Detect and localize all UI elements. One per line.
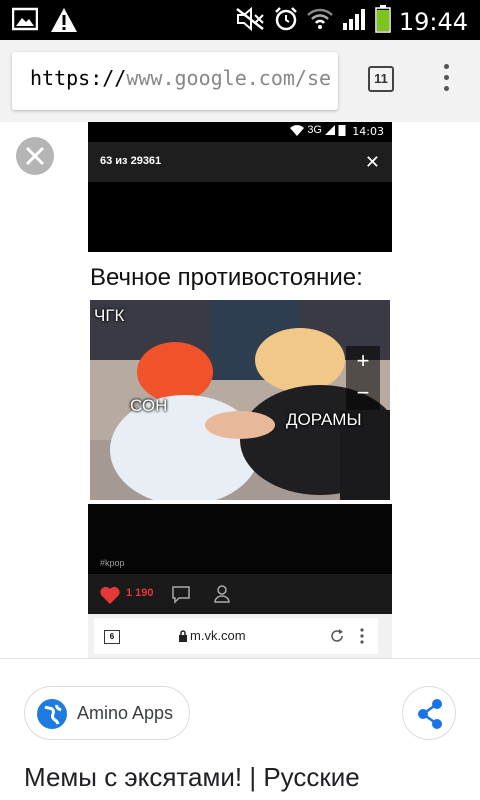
post-footer: #kpop 1 190	[88, 504, 392, 614]
url-text[interactable]: https://www.google.com/se	[30, 66, 331, 90]
battery-icon	[375, 5, 391, 38]
inner-status-bar: 3G 14:03	[88, 122, 392, 142]
url-bar[interactable]: https://www.google.com/se	[12, 52, 338, 110]
inner-browser-bar: 6 m.vk.com	[88, 614, 392, 658]
status-bar: 19:44	[0, 0, 480, 40]
source-chip[interactable]: Amino Apps	[24, 686, 190, 740]
image-notification-icon	[11, 7, 39, 38]
inner-battery-icon	[338, 125, 346, 136]
post-actions: 1 190	[88, 574, 392, 614]
inner-network-type: 3G	[307, 124, 322, 136]
hashtag: #kpop	[100, 558, 125, 568]
globe-icon	[37, 699, 67, 729]
zoom-in-button[interactable]: +	[346, 346, 380, 378]
comment-icon[interactable]	[172, 586, 190, 604]
viewer-close-icon: ✕	[364, 152, 380, 172]
tab-switcher-button[interactable]: 11	[368, 66, 394, 92]
share-icon	[418, 699, 442, 729]
label-left: СОН	[130, 396, 168, 415]
preview-image[interactable]: 3G 14:03 63 из 29361 ✕ Вечное противосто…	[88, 122, 392, 658]
source-name: Amino Apps	[77, 703, 174, 723]
inner-menu-icon	[360, 628, 364, 644]
label-top-left: ЧГК	[94, 306, 125, 325]
close-preview-button[interactable]	[16, 137, 54, 175]
zoom-out-button[interactable]: −	[346, 378, 380, 410]
inner-url-text: m.vk.com	[190, 628, 246, 643]
alarm-icon	[273, 6, 299, 37]
url-scheme: https://	[30, 66, 127, 90]
like-count: 1 190	[126, 587, 154, 599]
viewer-header: 63 из 29361 ✕	[88, 142, 392, 182]
mute-icon	[235, 6, 265, 36]
heart-icon[interactable]	[100, 586, 120, 604]
zoom-controls: + −	[346, 346, 380, 410]
inner-clock: 14:03	[352, 125, 384, 138]
clock: 19:44	[398, 7, 468, 36]
wifi-icon	[306, 7, 333, 36]
inner-wifi-icon	[290, 124, 305, 136]
signal-icon	[341, 7, 367, 36]
share-button[interactable]	[402, 686, 456, 740]
meme-photo: ЧГК СОН ДОРАМЫ + −	[90, 300, 390, 500]
meme-caption: Вечное противостояние:	[90, 264, 363, 291]
lock-icon	[179, 630, 187, 642]
warning-icon	[50, 7, 78, 38]
url-host: www.google.com/se	[126, 66, 332, 90]
viewer-background	[88, 182, 392, 252]
inner-signal-icon	[325, 125, 335, 135]
label-right: ДОРАМЫ	[286, 410, 362, 429]
reload-icon	[331, 629, 343, 642]
result-card: Amino Apps Мемы с эксятами! | Русские	[0, 658, 480, 800]
close-icon	[25, 146, 45, 166]
photo-counter: 63 из 29361	[100, 155, 162, 167]
inner-tab-count: 6	[104, 630, 120, 644]
result-title[interactable]: Мемы с эксятами! | Русские	[24, 762, 360, 793]
inner-url-bar: 6 m.vk.com	[94, 618, 378, 654]
browser-toolbar: https://www.google.com/se	[0, 40, 480, 122]
overflow-menu-icon[interactable]	[437, 64, 455, 94]
person-icon[interactable]	[214, 585, 230, 603]
